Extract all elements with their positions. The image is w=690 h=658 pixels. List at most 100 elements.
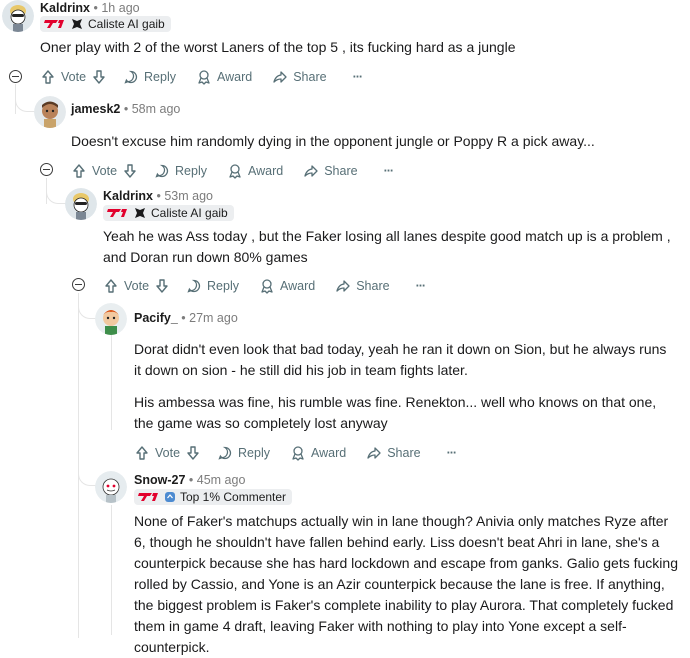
comment-paragraph: Oner play with 2 of the worst Laners of …: [40, 39, 516, 55]
avatar[interactable]: [2, 0, 34, 32]
award-icon: [229, 164, 241, 179]
timestamp: 58m ago: [131, 102, 181, 116]
vote-label: Vote: [92, 164, 118, 178]
upvote-icon[interactable]: [40, 69, 56, 85]
award-label: Award: [217, 70, 253, 84]
reply-button[interactable]: Reply: [186, 278, 239, 294]
more-options-button[interactable]: ···: [416, 279, 426, 293]
downvote-icon[interactable]: [154, 278, 170, 294]
user-flair: Caliste AI gaib: [103, 205, 234, 221]
reply-button[interactable]: Reply: [123, 69, 176, 85]
share-icon: [336, 280, 350, 292]
comment-paragraph: None of Faker's matchups actually win in…: [134, 513, 678, 655]
collapse-icon[interactable]: [72, 278, 85, 291]
collapse-icon[interactable]: [40, 163, 53, 176]
award-button[interactable]: Award: [259, 278, 315, 294]
thread-line: [111, 505, 112, 635]
collapse-icon[interactable]: [9, 70, 22, 83]
reply-button[interactable]: Reply: [217, 445, 270, 461]
more-options-button[interactable]: ···: [384, 164, 394, 178]
t1-logo-icon: [44, 20, 64, 28]
comment-actions: Vote Reply Award Share ···: [103, 275, 426, 297]
upvote-icon[interactable]: [103, 278, 119, 294]
comment-actions: Vote Reply Award Share ···: [134, 442, 457, 464]
award-icon: [261, 279, 273, 294]
share-button[interactable]: Share: [335, 278, 390, 294]
more-options-button[interactable]: ···: [353, 70, 363, 84]
reply-label: Reply: [238, 446, 270, 460]
t1-logo-icon: [138, 493, 158, 501]
share-icon: [367, 447, 381, 459]
comment-body: None of Faker's matchups actually win in…: [134, 511, 682, 658]
comment-actions: Vote Reply Award Share ···: [71, 160, 394, 182]
timestamp: 1h ago: [101, 1, 140, 15]
vote-group: Vote: [71, 163, 138, 179]
comment-paragraph: Dorat didn't even look that bad today, y…: [134, 341, 667, 378]
share-button[interactable]: Share: [303, 163, 358, 179]
comment-header: Kaldrinx • 1h ago: [40, 1, 140, 15]
share-icon: [273, 71, 287, 83]
username[interactable]: Kaldrinx: [40, 1, 90, 15]
comment-header: Pacify_ • 27m ago: [134, 311, 238, 325]
more-icon: ···: [446, 446, 457, 460]
comment-header: Kaldrinx • 53m ago: [103, 189, 214, 203]
commenter-badge-icon: [165, 492, 175, 502]
share-icon: [304, 165, 318, 177]
avatar[interactable]: [34, 96, 66, 128]
reply-icon: [187, 279, 201, 293]
comment-paragraph: Yeah he was Ass today , but the Faker lo…: [103, 228, 671, 265]
share-label: Share: [356, 279, 390, 293]
vote-group: Vote: [134, 445, 201, 461]
caliste-emblem-icon: [72, 19, 82, 29]
vote-label: Vote: [155, 446, 181, 460]
username[interactable]: Snow-27: [134, 473, 185, 487]
more-icon: ···: [415, 279, 426, 293]
vote-group: Vote: [40, 69, 107, 85]
reply-label: Reply: [175, 164, 207, 178]
upvote-icon[interactable]: [71, 163, 87, 179]
timestamp: 53m ago: [164, 189, 214, 203]
flair-text: Caliste AI gaib: [88, 17, 165, 31]
reply-icon: [124, 70, 138, 84]
share-button[interactable]: Share: [272, 69, 327, 85]
reply-icon: [155, 164, 169, 178]
reply-icon: [218, 446, 232, 460]
downvote-icon[interactable]: [185, 445, 201, 461]
share-label: Share: [324, 164, 358, 178]
user-flair: Top 1% Commenter: [134, 489, 293, 505]
t1-logo-icon: [107, 209, 127, 217]
username[interactable]: jamesk2: [71, 102, 120, 116]
avatar[interactable]: [95, 471, 127, 503]
comment-body: Doesn't excuse him randomly dying in the…: [71, 131, 681, 152]
reply-label: Reply: [144, 70, 176, 84]
avatar[interactable]: [95, 303, 127, 335]
username[interactable]: Kaldrinx: [103, 189, 153, 203]
award-label: Award: [248, 164, 284, 178]
downvote-icon[interactable]: [91, 69, 107, 85]
comment-actions: Vote Reply Award Share ···: [40, 66, 363, 88]
share-label: Share: [387, 446, 421, 460]
username[interactable]: Pacify_: [134, 311, 178, 325]
award-button[interactable]: Award: [196, 69, 252, 85]
reply-label: Reply: [207, 279, 239, 293]
vote-label: Vote: [124, 279, 150, 293]
flair-text: Top 1% Commenter: [180, 490, 287, 504]
award-label: Award: [311, 446, 347, 460]
comment-paragraph: His ambessa was fine, his rumble was fin…: [134, 394, 657, 431]
flair-text: Caliste AI gaib: [151, 206, 228, 220]
upvote-icon[interactable]: [134, 445, 150, 461]
thread-elbow: [46, 178, 66, 204]
comment-body: Oner play with 2 of the worst Laners of …: [40, 37, 680, 58]
comment-header: Snow-27 • 45m ago: [134, 473, 246, 487]
reply-button[interactable]: Reply: [154, 163, 207, 179]
more-options-button[interactable]: ···: [447, 446, 457, 460]
downvote-icon[interactable]: [122, 163, 138, 179]
avatar[interactable]: [65, 188, 97, 220]
share-button[interactable]: Share: [366, 445, 421, 461]
thread-line: [111, 332, 112, 430]
award-button[interactable]: Award: [227, 163, 283, 179]
comment-body: Dorat didn't even look that bad today, y…: [134, 339, 674, 434]
timestamp: 45m ago: [196, 473, 246, 487]
user-flair: Caliste AI gaib: [40, 16, 171, 32]
award-button[interactable]: Award: [290, 445, 346, 461]
